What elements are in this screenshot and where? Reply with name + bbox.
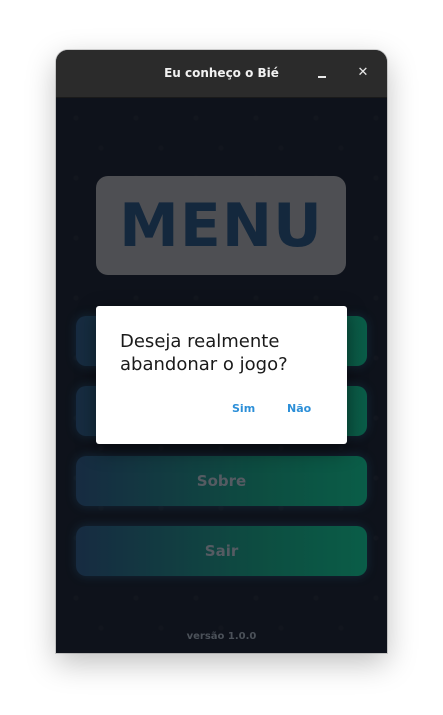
yes-button[interactable]: Sim [232, 402, 255, 415]
window-title: Eu conheço o Bié [164, 66, 279, 80]
title-bar[interactable]: Eu conheço o Bié ✕ [56, 50, 387, 98]
no-button[interactable]: Não [287, 402, 311, 415]
app-window: Eu conheço o Bié ✕ MENU Sobre Sair versã… [56, 50, 387, 653]
close-icon: ✕ [357, 65, 369, 80]
minimize-icon [318, 76, 326, 78]
close-button[interactable]: ✕ [352, 62, 374, 84]
minimize-button[interactable] [311, 62, 333, 84]
dialog-message: Deseja realmente abandonar o jogo? [120, 331, 288, 375]
quit-confirm-dialog: Deseja realmente abandonar o jogo? Sim N… [96, 306, 347, 444]
